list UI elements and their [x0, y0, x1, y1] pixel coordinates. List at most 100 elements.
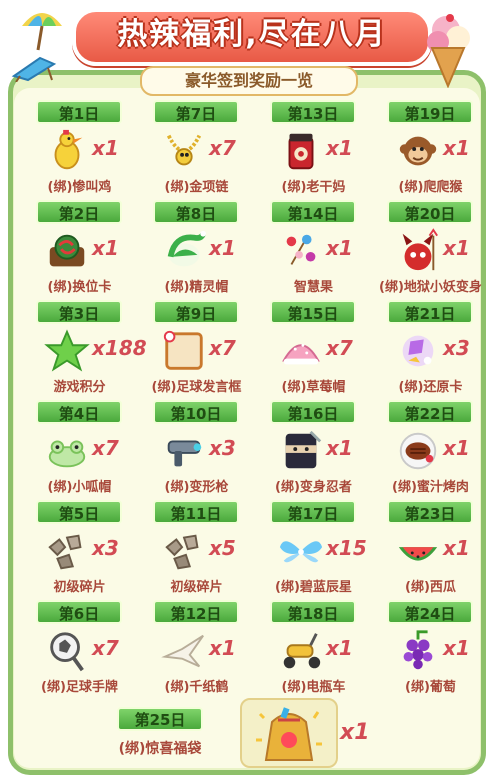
fragment-icon	[161, 528, 207, 574]
reward-name: (绑)足球手牌	[41, 680, 118, 695]
blue-wings-icon	[278, 528, 324, 574]
reward-cell[interactable]: 第12日 x1 (绑)千纸鹤	[139, 600, 254, 700]
reward-name: 游戏积分	[53, 380, 106, 395]
reward-name: (绑)惨叫鸡	[47, 180, 112, 195]
day-tag: 第9日	[153, 300, 239, 324]
reward-name: (绑)蜜汁烤肉	[392, 480, 469, 495]
reward-cell[interactable]: 第9日 x7 (绑)足球发言框	[139, 300, 254, 400]
little-devil-icon	[395, 228, 441, 274]
reward-quantity: x1	[209, 636, 236, 660]
reward-name: (绑)还原卡	[398, 380, 463, 395]
reward-quantity: x1	[326, 236, 353, 260]
ice-cream-icon	[427, 14, 470, 88]
reward-cell[interactable]: 第16日 x1 (绑)变身忍者	[256, 400, 371, 500]
reward-cell[interactable]: 第8日 x1 (绑)精灵帽	[139, 200, 254, 300]
day-tag: 第1日	[36, 100, 122, 124]
reward-quantity: x7	[209, 136, 236, 160]
reward-cell[interactable]: 第7日 x7 (绑)金项链	[139, 100, 254, 200]
transform-gun-icon	[161, 428, 207, 474]
reward-cell[interactable]: 第11日 x5 初级碎片	[139, 500, 254, 600]
day-tag: 第12日	[153, 600, 239, 624]
reward-cell[interactable]: 第13日 x1 (绑)老干妈	[256, 100, 371, 200]
reward-cell[interactable]: 第22日 x1 (绑)蜜汁烤肉	[373, 400, 488, 500]
day-tag: 第6日	[36, 600, 122, 624]
reward-cell[interactable]: 第2日 x1 (绑)换位卡	[22, 200, 137, 300]
event-title-banner: 热辣福利,尽在八月	[72, 8, 432, 66]
reward-quantity: x1	[209, 236, 236, 260]
day-tag: 第20日	[387, 200, 473, 224]
day-tag: 第23日	[387, 500, 473, 524]
reward-quantity: x1	[92, 136, 119, 160]
reward-quantity: x1	[443, 236, 470, 260]
rubber-chicken-icon	[44, 128, 90, 174]
reward-quantity: x3	[209, 436, 236, 460]
reward-quantity: x3	[92, 536, 119, 560]
green-star-icon	[44, 328, 90, 374]
wisdom-fruit-icon	[278, 228, 324, 274]
day-tag: 第11日	[153, 500, 239, 524]
reward-name: (绑)老干妈	[281, 180, 346, 195]
reward-quantity: x1	[443, 136, 470, 160]
reward-cell[interactable]: 第23日 x1 (绑)西瓜	[373, 500, 488, 600]
day-tag: 第19日	[387, 100, 473, 124]
day-tag: 第7日	[153, 100, 239, 124]
day-tag: 第2日	[36, 200, 122, 224]
football-sign-icon	[44, 628, 90, 674]
reward-cell[interactable]: 第14日 x1 智慧果	[256, 200, 371, 300]
reward-name: (绑)电瓶车	[281, 680, 346, 695]
final-reward-box[interactable]	[240, 698, 338, 768]
reward-cell[interactable]: 第3日 x188 游戏积分	[22, 300, 147, 400]
reward-quantity: x1	[92, 236, 119, 260]
chili-sauce-jar-icon	[278, 128, 324, 174]
reward-cell[interactable]: 第5日 x3 初级碎片	[22, 500, 137, 600]
monkey-icon	[395, 128, 441, 174]
reward-name: (绑)千纸鹤	[164, 680, 229, 695]
scooter-icon	[278, 628, 324, 674]
reward-cell[interactable]: 第6日 x7 (绑)足球手牌	[22, 600, 137, 700]
reward-quantity: x1	[443, 636, 470, 660]
reward-cell[interactable]: 第10日 x3 (绑)变形枪	[139, 400, 254, 500]
reward-name: (绑)换位卡	[47, 280, 112, 295]
reward-name: (绑)碧蓝辰星	[275, 580, 352, 595]
day-tag: 第17日	[270, 500, 356, 524]
reward-name: (绑)葡萄	[405, 680, 456, 695]
reward-cell[interactable]: 第19日 x1 (绑)爬爬猴	[373, 100, 488, 200]
reward-cell[interactable]: 第21日 x3 (绑)还原卡	[373, 300, 488, 400]
day-tag: 第16日	[270, 400, 356, 424]
reward-name: (绑)爬爬猴	[398, 180, 463, 195]
grape-icon	[395, 628, 441, 674]
reward-cell[interactable]: 第18日 x1 (绑)电瓶车	[256, 600, 371, 700]
day-tag: 第18日	[270, 600, 356, 624]
strawberry-hat-icon	[278, 328, 324, 374]
reward-quantity: x1	[326, 136, 353, 160]
reward-name: (绑)西瓜	[405, 580, 456, 595]
reward-cell[interactable]: 第20日 x1 (绑)地狱小妖变身	[373, 200, 488, 300]
elf-hat-icon	[161, 228, 207, 274]
chat-frame-icon	[161, 328, 207, 374]
reward-quantity: x1	[326, 436, 353, 460]
ninja-icon	[278, 428, 324, 474]
reward-name: 初级碎片	[53, 580, 106, 595]
reward-quantity: x1	[443, 536, 470, 560]
lucky-bag-icon	[256, 707, 322, 761]
reward-quantity: x5	[209, 536, 236, 560]
day-tag: 第21日	[387, 300, 473, 324]
beach-chair-icon	[11, 56, 57, 82]
reward-cell[interactable]: 第1日 x1 (绑)惨叫鸡	[22, 100, 137, 200]
day-tag: 第10日	[153, 400, 239, 424]
swap-card-icon	[44, 228, 90, 274]
paper-crane-icon	[161, 628, 207, 674]
reward-cell[interactable]: 第17日 x15 (绑)碧蓝辰星	[256, 500, 371, 600]
event-title: 热辣福利,尽在八月	[117, 17, 387, 52]
reward-cell[interactable]: 第24日 x1 (绑)葡萄	[373, 600, 488, 700]
restore-card-icon	[395, 328, 441, 374]
day-tag: 第25日	[117, 707, 203, 731]
reward-name: (绑)变形枪	[164, 480, 229, 495]
reward-cell[interactable]: 第15日 x7 (绑)草莓帽	[256, 300, 371, 400]
fragment-icon	[44, 528, 90, 574]
reward-cell[interactable]: 第4日 x7 (绑)小呱帽	[22, 400, 137, 500]
day-tag: 第8日	[153, 200, 239, 224]
watermelon-icon	[395, 528, 441, 574]
reward-name: (绑)草莓帽	[281, 380, 346, 395]
reward-name: (绑)惊喜福袋	[118, 741, 202, 757]
